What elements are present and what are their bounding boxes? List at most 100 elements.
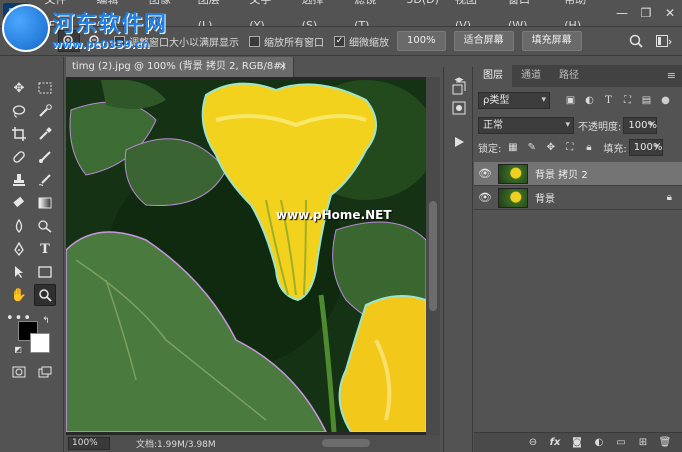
properties-panel-icon[interactable]	[450, 99, 468, 117]
options-bar: 调整窗口大小以满屏显示 缩放所有窗口 ✓ 细微缩放 100% 适合屏幕 填充屏幕	[0, 26, 682, 56]
blur-tool-icon[interactable]	[8, 215, 30, 237]
collapsed-panels: ◂▸	[443, 67, 473, 452]
history-brush-tool-icon[interactable]	[34, 169, 56, 191]
layer-kind-filter[interactable]: ρ类型	[478, 92, 550, 109]
new-layer-icon[interactable]: ⊞	[632, 437, 654, 448]
vertical-scroll-thumb[interactable]	[429, 201, 437, 311]
lock-fill-row: 锁定: ▦ ✎ ✥ ⛶ 🔒︎ 填充: 100%	[474, 136, 682, 158]
visibility-eye-icon[interactable]: 👁︎	[474, 191, 496, 204]
new-group-icon[interactable]: ▭	[610, 437, 632, 448]
zoom-out-button[interactable]	[86, 32, 104, 50]
default-colors-icon[interactable]: ◩	[12, 343, 24, 355]
fill-label: 填充:	[603, 143, 627, 155]
filter-pixel-icon[interactable]: ▣	[564, 94, 577, 107]
marquee-tool-icon[interactable]	[34, 77, 56, 99]
history-panel-icon[interactable]	[450, 79, 468, 97]
layer-name: 背景	[535, 194, 555, 205]
panel-tabs: 图层 通道 路径 ≡	[474, 65, 682, 87]
checkbox-box	[249, 35, 260, 47]
image-canvas[interactable]: www.pHome.NET	[66, 80, 426, 432]
rectangle-tool-icon[interactable]	[34, 261, 56, 283]
scrubby-zoom-label: 细微缩放	[349, 37, 389, 49]
zoom-level-field[interactable]: 100%	[68, 437, 110, 450]
minimize-button[interactable]: —	[610, 0, 634, 26]
restore-button[interactable]: ❐	[634, 0, 658, 26]
healing-brush-tool-icon[interactable]	[8, 146, 30, 168]
close-document-icon[interactable]: ×	[279, 57, 287, 77]
swap-colors-icon[interactable]: ↰	[40, 315, 52, 327]
layer-name: 背景 拷贝 2	[535, 170, 588, 181]
add-mask-icon[interactable]: ◙	[566, 437, 588, 448]
blend-mode-select[interactable]: 正常	[478, 116, 574, 134]
resize-window-checkbox[interactable]: 调整窗口大小以满屏显示	[114, 34, 239, 49]
document-size-info[interactable]: 文档:1.99M/3.98M	[136, 437, 216, 450]
vertical-scrollbar[interactable]	[426, 77, 440, 435]
lock-all-icon[interactable]: 🔒︎	[582, 141, 595, 154]
checkbox-box	[114, 35, 125, 47]
delete-layer-icon[interactable]: 🗑︎	[654, 437, 676, 448]
layer-row[interactable]: 👁︎ 背景 🔒︎	[474, 186, 682, 210]
lock-image-icon[interactable]: ✎	[525, 141, 538, 154]
close-button[interactable]: ✕	[658, 0, 682, 26]
tools-panel: ✥ T ✋ ••• ↰ ◩	[0, 57, 64, 452]
layer-row[interactable]: 👁︎ 背景 拷贝 2	[474, 162, 682, 186]
clone-stamp-tool-icon[interactable]	[8, 169, 30, 191]
quick-mask-icon[interactable]	[8, 361, 30, 383]
checkmark-icon: ✓	[334, 35, 345, 47]
eyedropper-tool-icon[interactable]	[34, 123, 56, 145]
blend-opacity-row: 正常 不透明度: 100%	[474, 114, 682, 136]
scrubby-zoom-checkbox[interactable]: ✓ 细微缩放	[334, 34, 389, 49]
move-tool-icon[interactable]: ✥	[8, 77, 30, 99]
tab-layers[interactable]: 图层	[474, 65, 512, 87]
fill-screen-button[interactable]: 填充屏幕	[521, 31, 582, 51]
search-icon[interactable]	[626, 31, 646, 51]
zoom-tool-preset[interactable]	[58, 30, 80, 52]
filter-adjustment-icon[interactable]: ◐	[583, 94, 596, 107]
opacity-field[interactable]: 100%	[623, 116, 658, 134]
dodge-tool-icon[interactable]	[34, 215, 56, 237]
filter-shape-icon[interactable]: ⛶	[621, 94, 634, 107]
layers-panel-footer: ⊖ fx ◙ ◐ ▭ ⊞ 🗑︎	[474, 432, 682, 452]
hand-tool-icon[interactable]: ✋	[8, 284, 30, 306]
panel-menu-icon[interactable]: ≡	[667, 65, 676, 87]
zoom-100-button[interactable]: 100%	[397, 31, 446, 51]
zoom-out-icon	[89, 35, 102, 48]
workspace-switcher-icon[interactable]	[654, 31, 674, 51]
zoom-tool-icon[interactable]	[34, 284, 56, 306]
type-tool-icon[interactable]: T	[34, 238, 56, 260]
lock-transparent-icon[interactable]: ▦	[506, 141, 519, 154]
flower-photo	[66, 80, 426, 432]
eraser-tool-icon[interactable]	[8, 192, 30, 214]
lock-artboard-icon[interactable]: ⛶	[563, 141, 576, 154]
filter-smart-object-icon[interactable]: ▤	[640, 94, 653, 107]
path-selection-tool-icon[interactable]	[8, 261, 30, 283]
screen-mode-icon[interactable]	[34, 361, 56, 383]
actions-play-icon[interactable]	[450, 133, 468, 151]
quick-selection-tool-icon[interactable]	[34, 100, 56, 122]
tab-channels[interactable]: 通道	[512, 65, 550, 87]
tab-paths[interactable]: 路径	[550, 65, 588, 87]
resize-window-label: 调整窗口大小以满屏显示	[129, 37, 239, 49]
lock-label: 锁定:	[478, 143, 502, 155]
layer-thumbnail	[498, 187, 528, 208]
photoshop-logo: Ps	[3, 3, 29, 23]
lock-position-icon[interactable]: ✥	[544, 141, 557, 154]
layer-style-icon[interactable]: fx	[544, 437, 566, 448]
background-color-swatch[interactable]	[30, 333, 50, 353]
lasso-tool-icon[interactable]	[8, 100, 30, 122]
filter-toggle-icon[interactable]: ●	[659, 94, 672, 107]
fit-screen-button[interactable]: 适合屏幕	[453, 31, 514, 51]
horizontal-scroll-thumb[interactable]	[322, 439, 370, 447]
brush-tool-icon[interactable]	[34, 146, 56, 168]
visibility-eye-icon[interactable]: 👁︎	[474, 167, 496, 180]
zoom-all-windows-checkbox[interactable]: 缩放所有窗口	[249, 34, 324, 49]
layer-lock-icon: 🔒︎	[666, 192, 672, 203]
crop-tool-icon[interactable]	[8, 123, 30, 145]
link-layers-icon[interactable]: ⊖	[522, 437, 544, 448]
document-tab[interactable]: timg (2).jpg @ 100% (背景 拷贝 2, RGB/8#) * …	[66, 57, 294, 92]
gradient-tool-icon[interactable]	[34, 192, 56, 214]
filter-type-icon[interactable]: T	[602, 94, 615, 107]
pen-tool-icon[interactable]	[8, 238, 30, 260]
fill-field[interactable]: 100%	[628, 138, 663, 156]
adjustment-layer-icon[interactable]: ◐	[588, 437, 610, 448]
